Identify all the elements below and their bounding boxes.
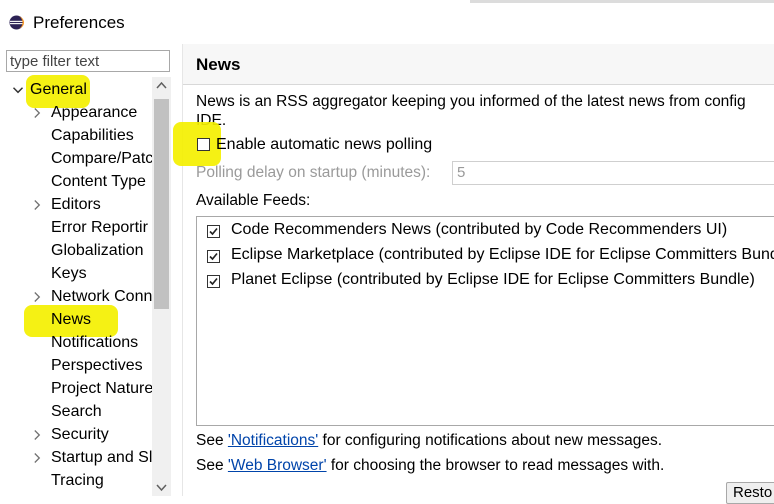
feed-checkbox[interactable] <box>207 275 220 288</box>
feed-checkbox[interactable] <box>207 225 220 238</box>
page-header: News <box>183 44 774 85</box>
tree-item-tracing[interactable]: Tracing <box>0 469 152 492</box>
tree-item-news[interactable]: News <box>0 308 152 331</box>
tree-item-security[interactable]: Security <box>0 423 152 446</box>
enable-polling-label: Enable automatic news polling <box>216 136 433 153</box>
description-line-2: IDE. <box>196 112 227 129</box>
tree-item-label: Editors <box>51 196 101 213</box>
tree-item-compare-patc[interactable]: Compare/Patc <box>0 147 152 170</box>
tree-item-general[interactable]: General <box>0 78 152 101</box>
tree-item-appearance[interactable]: Appearance <box>0 101 152 124</box>
tree-item-label: Error Reportir <box>51 219 148 236</box>
tree-item-label: Globalization <box>51 242 144 259</box>
feed-item[interactable]: Planet Eclipse (contributed by Eclipse I… <box>197 270 774 294</box>
feed-item[interactable]: Eclipse Marketplace (contributed by Ecli… <box>197 245 774 269</box>
tree-item-label: News <box>51 311 92 328</box>
preference-page: News News is an RSS aggregator keeping y… <box>173 44 774 504</box>
page-title: News <box>196 55 241 74</box>
preferences-sidebar: General Appearance Capabilities Compare/Pat… <box>0 44 183 496</box>
page-description: News is an RSS aggregator keeping you in… <box>196 92 774 130</box>
background-window-edge <box>470 0 774 3</box>
collapsed-chevron-icon[interactable] <box>33 199 42 211</box>
tree-item-label: Network Conn <box>51 288 152 305</box>
feeds-list: Code Recommenders News (contributed by C… <box>196 216 774 426</box>
feed-item[interactable]: Code Recommenders News (contributed by C… <box>197 220 774 244</box>
checkmark-icon <box>209 277 218 286</box>
filter-input[interactable] <box>6 50 170 72</box>
tree-item-project-nature[interactable]: Project Nature <box>0 377 152 400</box>
tree-item-label: Notifications <box>51 334 139 351</box>
collapsed-chevron-icon[interactable] <box>33 452 42 464</box>
restore-defaults-button[interactable]: Resto <box>726 482 774 504</box>
tree-item-notifications[interactable]: Notifications <box>0 331 152 354</box>
eclipse-icon <box>9 15 24 30</box>
feed-label: Code Recommenders News (contributed by C… <box>231 221 728 238</box>
hint-prefix: See <box>196 432 228 449</box>
hint-suffix: for configuring notifications about new … <box>318 432 663 449</box>
feed-checkbox[interactable] <box>207 250 220 263</box>
scroll-up-icon[interactable] <box>152 77 171 94</box>
tree-item-keys[interactable]: Keys <box>0 262 152 285</box>
tree-item-search[interactable]: Search <box>0 400 152 423</box>
checkmark-icon <box>209 252 218 261</box>
tree-item-label: Search <box>51 403 102 420</box>
tree-item-perspectives[interactable]: Perspectives <box>0 354 152 377</box>
tree-item-startup-and-sl[interactable]: Startup and Sl <box>0 446 152 469</box>
collapsed-chevron-icon[interactable] <box>33 107 42 119</box>
window-title: Preferences <box>33 13 125 32</box>
notifications-hint: See 'Notifications' for configuring noti… <box>196 432 662 450</box>
tree-item-label: Tracing <box>51 472 104 489</box>
tree-item-editors[interactable]: Editors <box>0 193 152 216</box>
tree-item-label: Content Type <box>51 173 146 190</box>
scroll-down-icon[interactable] <box>152 479 171 496</box>
tree-item-label: Project Nature <box>51 380 152 397</box>
expanded-chevron-icon[interactable] <box>12 86 24 95</box>
title-bar: Preferences <box>0 0 774 44</box>
tree-item-label: Keys <box>51 265 87 282</box>
tree-item-network-conn[interactable]: Network Conn <box>0 285 152 308</box>
tree-item-label: Compare/Patc <box>51 150 152 167</box>
tree-item-capabilities[interactable]: Capabilities <box>0 124 152 147</box>
tree-item-content-type[interactable]: Content Type <box>0 170 152 193</box>
polling-delay-label: Polling delay on startup (minutes): <box>196 164 431 181</box>
scrollbar-thumb[interactable] <box>154 99 169 309</box>
hint-prefix: See <box>196 457 228 474</box>
enable-polling-checkbox[interactable] <box>197 138 210 151</box>
notifications-link[interactable]: 'Notifications' <box>228 432 318 449</box>
tree-item-label: Startup and Sl <box>51 449 152 466</box>
hint-suffix: for choosing the browser to read message… <box>326 457 665 474</box>
web-browser-link[interactable]: 'Web Browser' <box>228 457 327 474</box>
web-browser-hint: See 'Web Browser' for choosing the brows… <box>196 457 664 475</box>
tree-item-label: Security <box>51 426 109 443</box>
sidebar-scrollbar[interactable] <box>152 77 171 496</box>
tree-item-label: General <box>30 81 87 98</box>
tree-item-label: Perspectives <box>51 357 143 374</box>
collapsed-chevron-icon[interactable] <box>33 291 42 303</box>
tree-item-label: Capabilities <box>51 127 134 144</box>
tree-item-label: Appearance <box>51 104 138 121</box>
tree-item-error-reportir[interactable]: Error Reportir <box>0 216 152 239</box>
description-line-1: News is an RSS aggregator keeping you in… <box>196 93 746 110</box>
checkmark-icon <box>209 227 218 236</box>
tree-item-globalization[interactable]: Globalization <box>0 239 152 262</box>
feed-label: Planet Eclipse (contributed by Eclipse I… <box>231 271 755 288</box>
preferences-tree: General Appearance Capabilities Compare/Pat… <box>0 77 152 496</box>
polling-delay-input[interactable]: 5 <box>452 161 774 185</box>
collapsed-chevron-icon[interactable] <box>33 429 42 441</box>
available-feeds-label: Available Feeds: <box>196 192 311 209</box>
feed-label: Eclipse Marketplace (contributed by Ecli… <box>231 246 774 263</box>
